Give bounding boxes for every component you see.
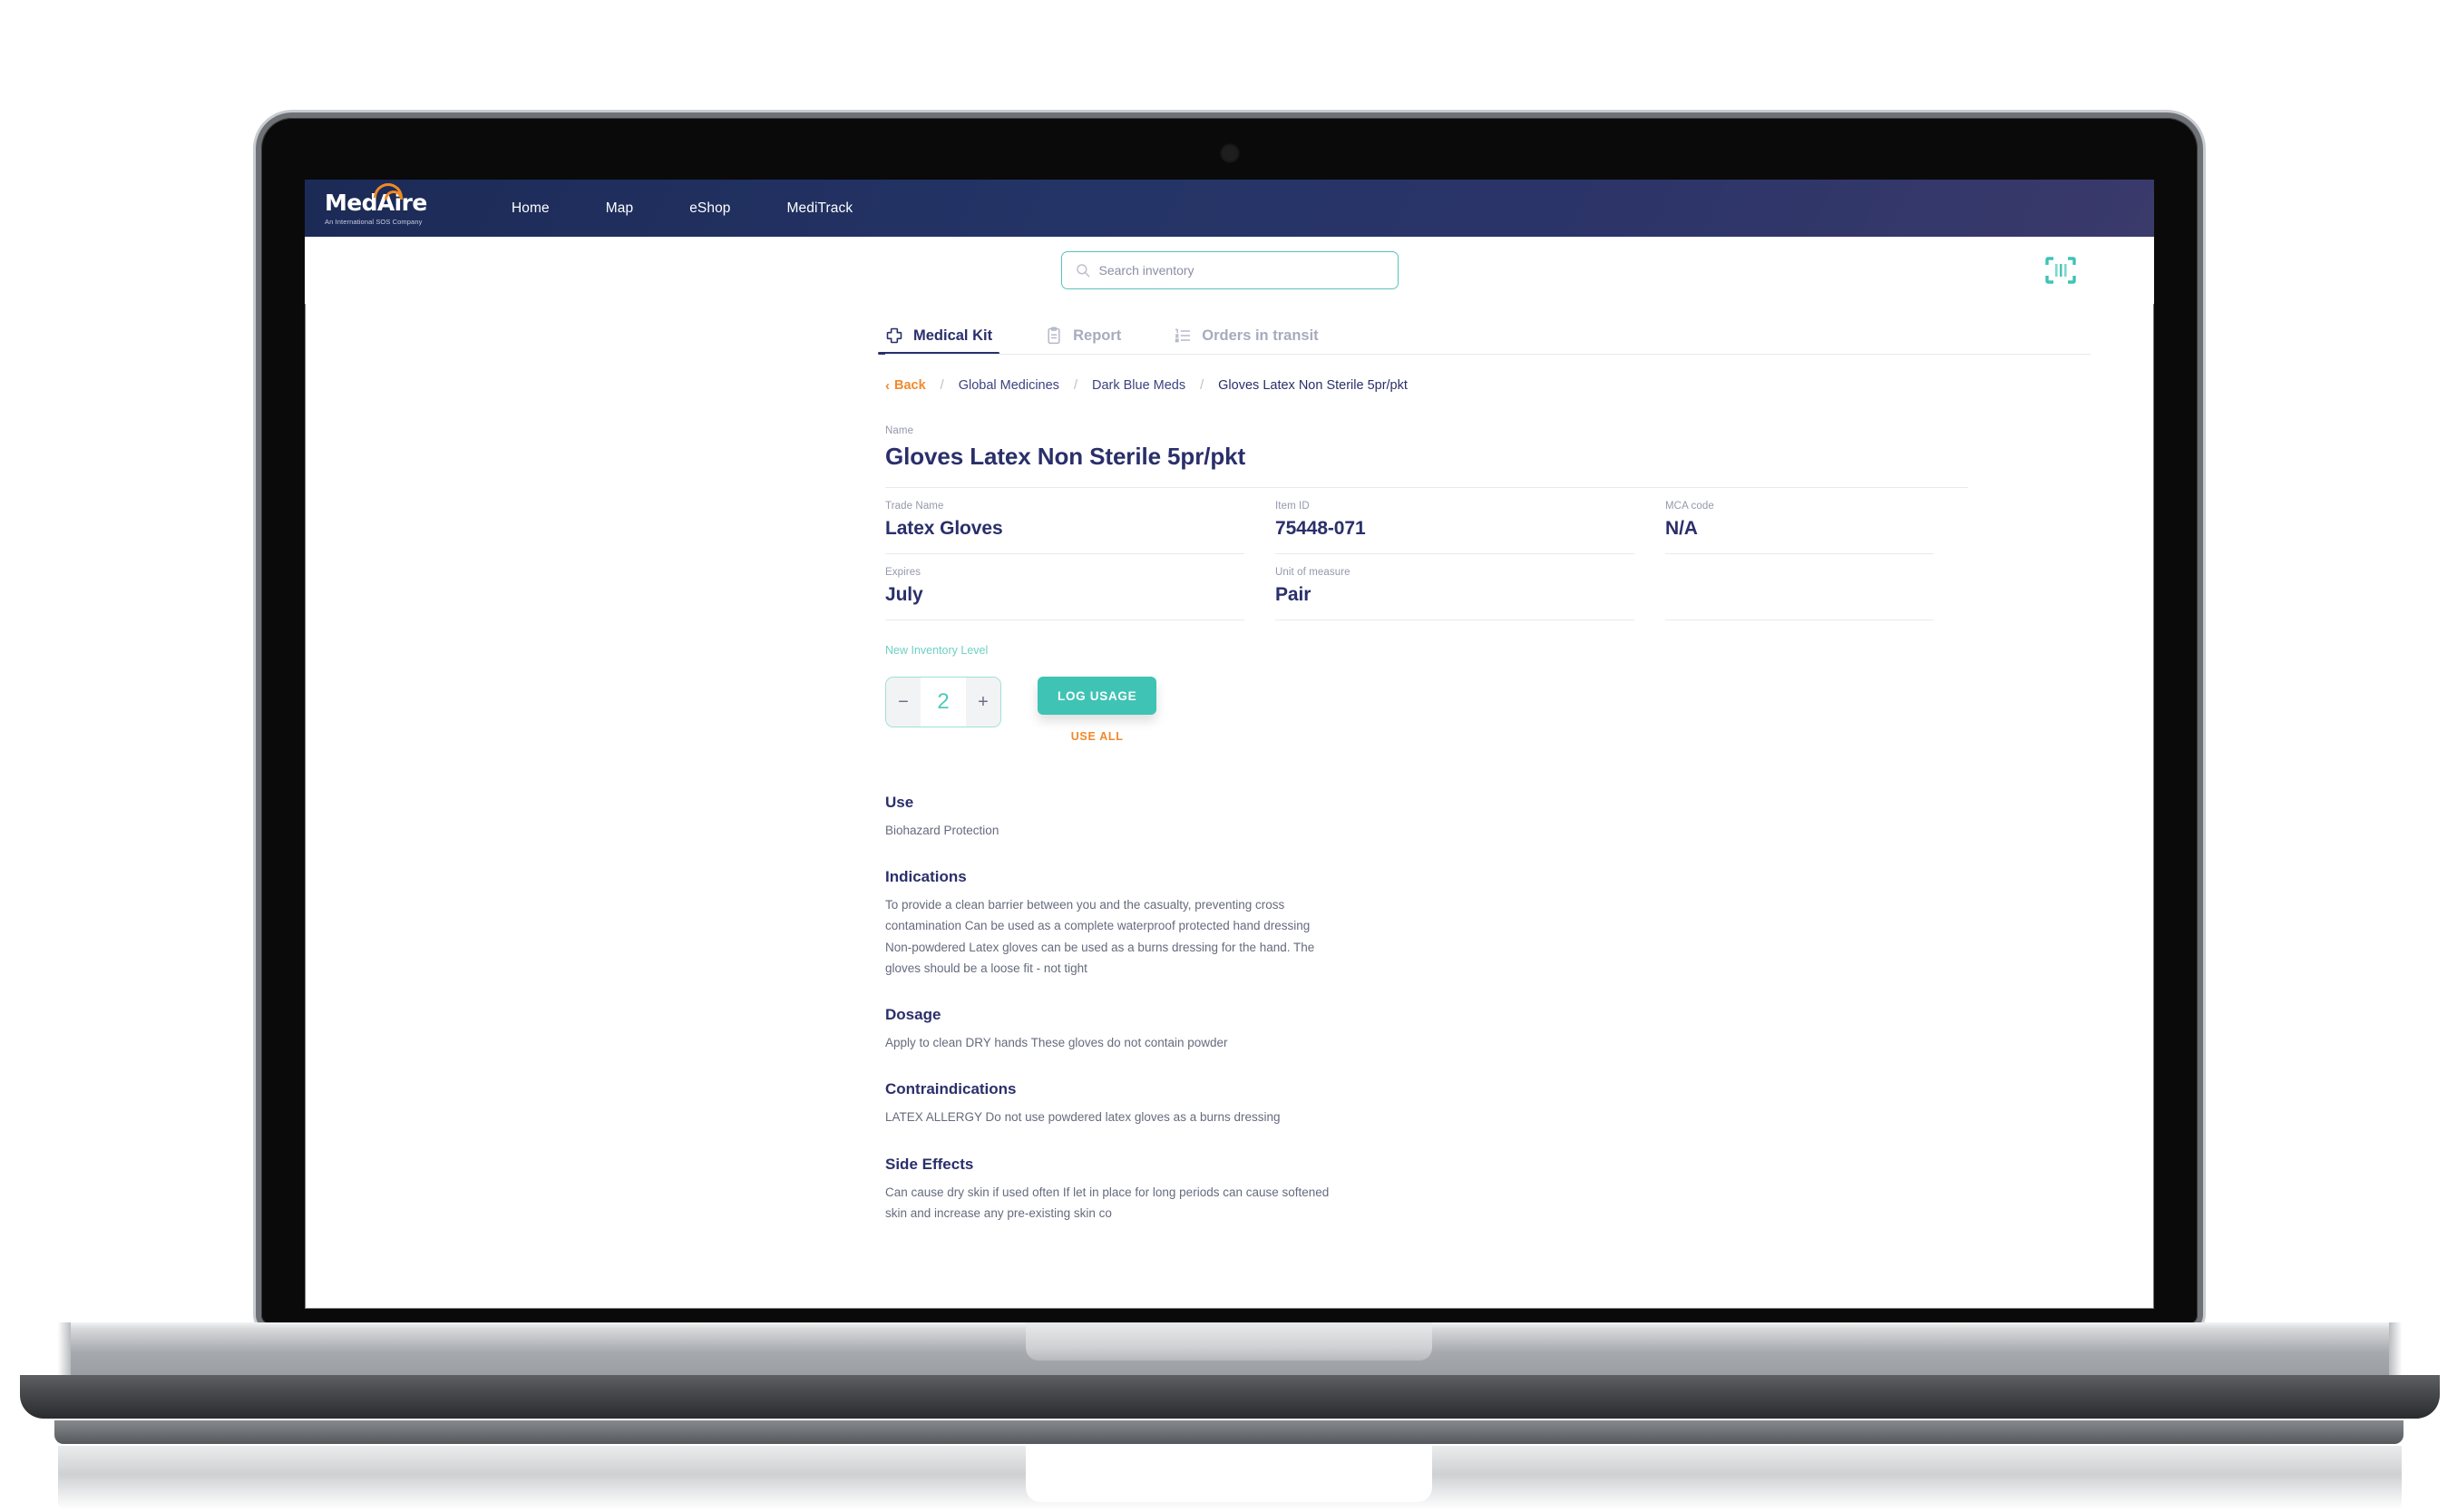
item-name-block: Name Gloves Latex Non Sterile 5pr/pkt	[885, 425, 2154, 471]
brand-logo[interactable]: MedAire An International SOS Company	[325, 182, 434, 226]
item-name-label: Name	[885, 425, 914, 436]
nav-link-eshop[interactable]: eShop	[689, 200, 730, 217]
breadcrumb: ‹ Back / Global Medicines / Dark Blue Me…	[885, 378, 2154, 393]
clipboard-icon	[1048, 327, 1060, 345]
section-indications: Indications To provide a clean barrier b…	[885, 868, 1339, 979]
field-expires: Expires July	[885, 554, 1275, 620]
section-title: Side Effects	[885, 1155, 974, 1173]
app-navbar: MedAire An International SOS Company Hom…	[305, 180, 2154, 237]
chevron-left-icon: ‹	[885, 377, 890, 394]
medical-cross-icon	[886, 327, 902, 344]
section-use: Use Biohazard Protection	[885, 794, 1339, 841]
section-title: Contraindications	[885, 1080, 1017, 1098]
navbar-links: Home Map eShop MediTrack	[512, 200, 853, 217]
log-usage-group: LOG USAGE USE ALL	[1038, 677, 1157, 743]
back-label: Back	[894, 378, 926, 393]
section-dosage: Dosage Apply to clean DRY hands These gl…	[885, 1006, 1339, 1053]
quantity-stepper[interactable]: − 2 +	[885, 677, 1001, 727]
tab-bar-divider	[885, 354, 2091, 355]
field-item-id: Item ID 75448-071	[1275, 488, 1665, 554]
laptop-lid: MedAire An International SOS Company Hom…	[261, 118, 2198, 1324]
section-body: LATEX ALLERGY Do not use powdered latex …	[885, 1110, 1281, 1125]
breadcrumb-separator: /	[1200, 378, 1204, 393]
logo-tagline: An International SOS Company	[325, 217, 423, 226]
section-body: To provide a clean barrier between you a…	[885, 898, 1315, 975]
logo-mark: MedAire	[325, 182, 434, 214]
field-label: MCA code	[1665, 501, 1714, 512]
increment-button[interactable]: +	[966, 678, 1000, 727]
field-value: July	[885, 584, 923, 605]
new-inventory-level-label: New Inventory Level	[885, 644, 989, 657]
field-label: Unit of measure	[1275, 567, 1350, 578]
laptop-reflection-notch	[1025, 1446, 1432, 1502]
tab-label: Medical Kit	[913, 327, 993, 344]
decrement-button[interactable]: −	[886, 678, 921, 727]
nav-link-meditrack[interactable]: MediTrack	[787, 200, 853, 217]
breadcrumb-separator: /	[1073, 378, 1077, 393]
section-contraindications: Contraindications LATEX ALLERGY Do not u…	[885, 1080, 1339, 1127]
section-body: Apply to clean DRY hands These gloves do…	[885, 1036, 1228, 1050]
search-icon	[1076, 264, 1089, 278]
breadcrumb-item-current: Gloves Latex Non Sterile 5pr/pkt	[1218, 378, 1408, 393]
breadcrumb-item-dark-blue-meds[interactable]: Dark Blue Meds	[1092, 378, 1185, 393]
field-mca-code: MCA code N/A	[1665, 488, 1965, 554]
field-value: Latex Gloves	[885, 518, 1003, 539]
laptop-base-front	[20, 1375, 2440, 1419]
tab-medical-kit[interactable]: Medical Kit	[877, 327, 1000, 355]
breadcrumb-item-global-medicines[interactable]: Global Medicines	[959, 378, 1059, 393]
field-label: Trade Name	[885, 501, 944, 512]
tab-list: Medical Kit Report Orders in transit	[877, 304, 2154, 355]
field-trade-name: Trade Name Latex Gloves	[885, 488, 1275, 554]
item-info-sections: Use Biohazard Protection Indications To …	[885, 794, 1339, 1224]
field-spacer	[1665, 554, 1965, 620]
nav-link-home[interactable]: Home	[512, 200, 550, 217]
use-all-button[interactable]: USE ALL	[1071, 730, 1124, 743]
search-box[interactable]	[1060, 251, 1399, 289]
section-side-effects: Side Effects Can cause dry skin if used …	[885, 1156, 1339, 1224]
webcam-icon	[1219, 143, 1240, 163]
section-body: Can cause dry skin if used often If let …	[885, 1185, 1330, 1220]
inventory-actions: − 2 + LOG USAGE USE ALL	[885, 677, 2154, 743]
field-value: N/A	[1665, 518, 1698, 539]
item-detail-page: ‹ Back / Global Medicines / Dark Blue Me…	[305, 355, 2154, 1224]
item-fields-row-2: Expires July Unit of measure Pair	[885, 554, 2154, 620]
tab-bar: Medical Kit Report Orders in transit	[305, 304, 2154, 355]
tab-label: Orders in transit	[1202, 327, 1319, 344]
back-button[interactable]: ‹ Back	[885, 378, 926, 393]
log-usage-button[interactable]: LOG USAGE	[1038, 677, 1157, 715]
ordered-list-icon	[1175, 328, 1191, 343]
field-label: Expires	[885, 567, 921, 578]
laptop-reflection-upper	[54, 1420, 2403, 1444]
top-toolbar	[305, 237, 2154, 304]
page-title: Gloves Latex Non Sterile 5pr/pkt	[885, 443, 1246, 470]
field-unit-of-measure: Unit of measure Pair	[1275, 554, 1665, 620]
field-label: Item ID	[1275, 501, 1310, 512]
screenshot-stage: MedAire An International SOS Company Hom…	[0, 0, 2457, 1512]
barcode-scan-icon[interactable]	[2045, 257, 2076, 284]
section-title: Dosage	[885, 1006, 941, 1024]
search-input[interactable]	[1098, 252, 1398, 288]
section-title: Indications	[885, 868, 967, 886]
laptop-screen: MedAire An International SOS Company Hom…	[305, 180, 2154, 1309]
laptop-base-notch	[1025, 1322, 1432, 1361]
section-body: Biohazard Protection	[885, 824, 999, 837]
section-title: Use	[885, 794, 914, 811]
quantity-value[interactable]: 2	[921, 678, 966, 727]
tab-report[interactable]: Report	[1045, 327, 1121, 355]
breadcrumb-separator: /	[940, 378, 944, 393]
tab-label: Report	[1073, 327, 1122, 344]
field-value: Pair	[1275, 584, 1311, 605]
nav-link-map[interactable]: Map	[606, 200, 633, 217]
tab-orders-in-transit[interactable]: Orders in transit	[1174, 327, 1319, 355]
signal-arc-icon	[374, 182, 403, 200]
field-value: 75448-071	[1275, 518, 1366, 539]
item-fields-row-1: Trade Name Latex Gloves Item ID 75448-07…	[885, 488, 2154, 554]
